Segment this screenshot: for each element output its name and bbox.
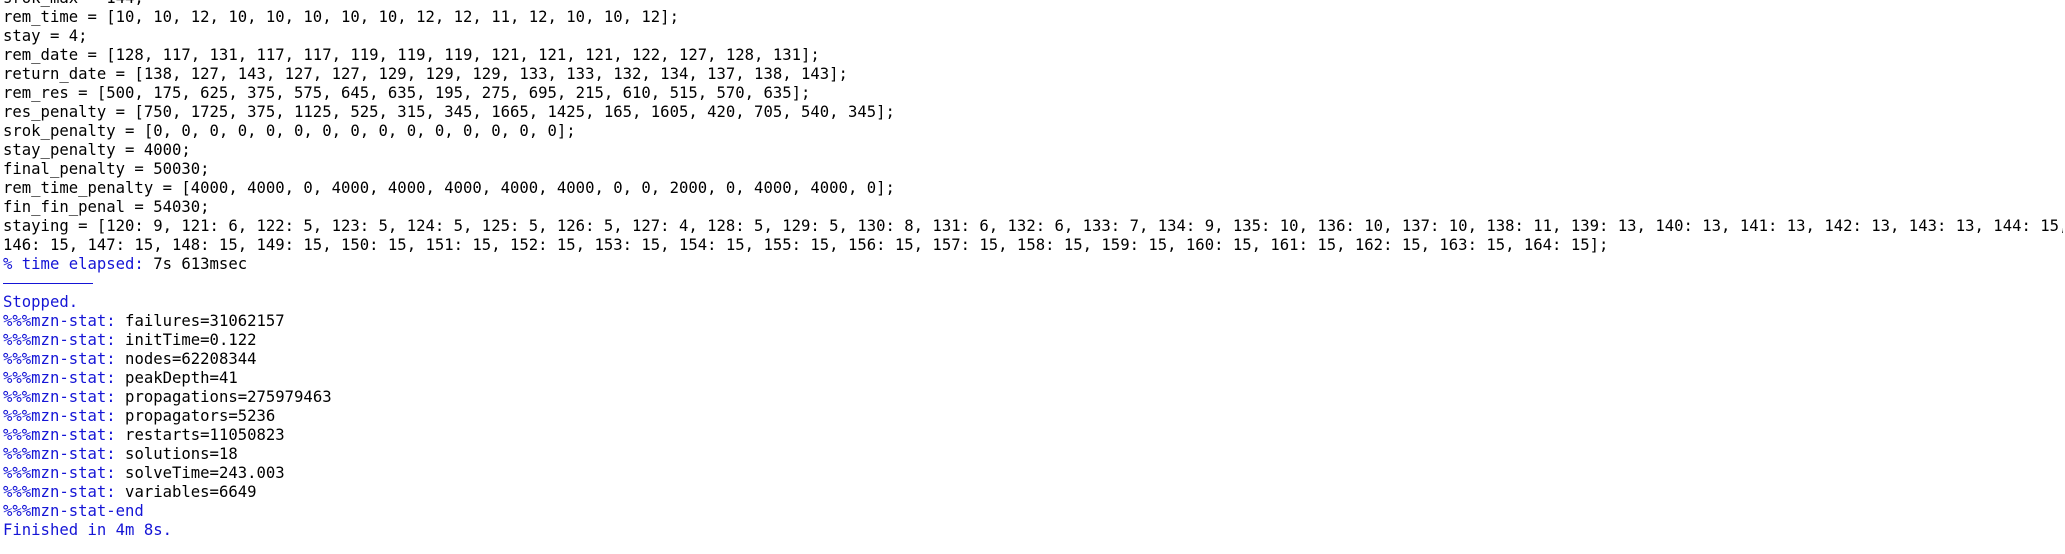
- finished-status: Finished in 4m 8s.: [3, 521, 172, 539]
- output-line: rem_date = [128, 117, 131, 117, 117, 119…: [3, 46, 820, 64]
- stat-line: %%%mzn-stat: peakDepth=41: [3, 369, 2063, 388]
- output-line: staying = [120: 9, 121: 6, 122: 5, 123: …: [3, 217, 2063, 235]
- output-line: fin_fin_penal = 54030;: [3, 198, 210, 216]
- stat-line: %%%mzn-stat: solveTime=243.003: [3, 464, 2063, 483]
- stat-prefix: %%%mzn-stat:: [3, 312, 116, 330]
- stat-line: %%%mzn-stat: failures=31062157: [3, 312, 2063, 331]
- stat-prefix: %%%mzn-stat:: [3, 464, 116, 482]
- stat-value: restarts=11050823: [115, 426, 285, 444]
- output-line: return_date = [138, 127, 143, 127, 127, …: [3, 65, 848, 83]
- stat-value: propagations=275979463: [115, 388, 332, 406]
- stat-prefix: %%%mzn-stat:: [3, 388, 116, 406]
- stat-line: %%%mzn-stat: nodes=62208344: [3, 350, 2063, 369]
- stat-value: solutions=18: [115, 445, 238, 463]
- stat-end-line: %%%mzn-stat-end: [3, 502, 144, 520]
- separator: [3, 283, 93, 284]
- stat-value: nodes=62208344: [115, 350, 257, 368]
- separator-line: [3, 274, 2063, 293]
- output-line: 146: 15, 147: 15, 148: 15, 149: 15, 150:…: [3, 236, 1609, 254]
- output-line: rem_time_penalty = [4000, 4000, 0, 4000,…: [3, 179, 895, 197]
- time-elapsed-line: % time elapsed: 7s 613msec: [3, 255, 2063, 274]
- stat-value: initTime=0.122: [115, 331, 257, 349]
- stat-value: peakDepth=41: [115, 369, 238, 387]
- output-line: res_penalty = [750, 1725, 375, 1125, 525…: [3, 103, 895, 121]
- output-line: final_penalty = 50030;: [3, 160, 210, 178]
- output-line: stay = 4;: [3, 27, 88, 45]
- time-elapsed-value: 7s 613msec: [143, 255, 248, 273]
- output-line: srok_penalty = [0, 0, 0, 0, 0, 0, 0, 0, …: [3, 122, 576, 140]
- output-line: srok_max = 144;: [3, 0, 2063, 8]
- stat-value: propagators=5236: [115, 407, 276, 425]
- output-console: srok_max = 144; rem_time = [10, 10, 12, …: [3, 0, 2063, 540]
- output-line: stay_penalty = 4000;: [3, 141, 191, 159]
- output-line: rem_res = [500, 175, 625, 375, 575, 645,…: [3, 84, 811, 102]
- stat-prefix: %%%mzn-stat:: [3, 331, 116, 349]
- stat-line: %%%mzn-stat: solutions=18: [3, 445, 2063, 464]
- stat-line: %%%mzn-stat: propagations=275979463: [3, 388, 2063, 407]
- stat-prefix: %%%mzn-stat:: [3, 426, 116, 444]
- stat-value: solveTime=243.003: [115, 464, 285, 482]
- stat-line: %%%mzn-stat: restarts=11050823: [3, 426, 2063, 445]
- stat-line: %%%mzn-stat: propagators=5236: [3, 407, 2063, 426]
- stopped-status: Stopped.: [3, 293, 79, 311]
- stat-prefix: %%%mzn-stat:: [3, 350, 116, 368]
- stat-value: failures=31062157: [115, 312, 285, 330]
- stat-prefix: %%%mzn-stat:: [3, 407, 116, 425]
- time-elapsed-label: % time elapsed:: [3, 255, 144, 273]
- stat-value: variables=6649: [115, 483, 257, 501]
- stat-prefix: %%%mzn-stat:: [3, 369, 116, 387]
- stat-prefix: %%%mzn-stat:: [3, 445, 116, 463]
- stat-line: %%%mzn-stat: initTime=0.122: [3, 331, 2063, 350]
- stat-line: %%%mzn-stat: variables=6649: [3, 483, 2063, 502]
- stat-prefix: %%%mzn-stat:: [3, 483, 116, 501]
- output-line: rem_time = [10, 10, 12, 10, 10, 10, 10, …: [3, 8, 679, 26]
